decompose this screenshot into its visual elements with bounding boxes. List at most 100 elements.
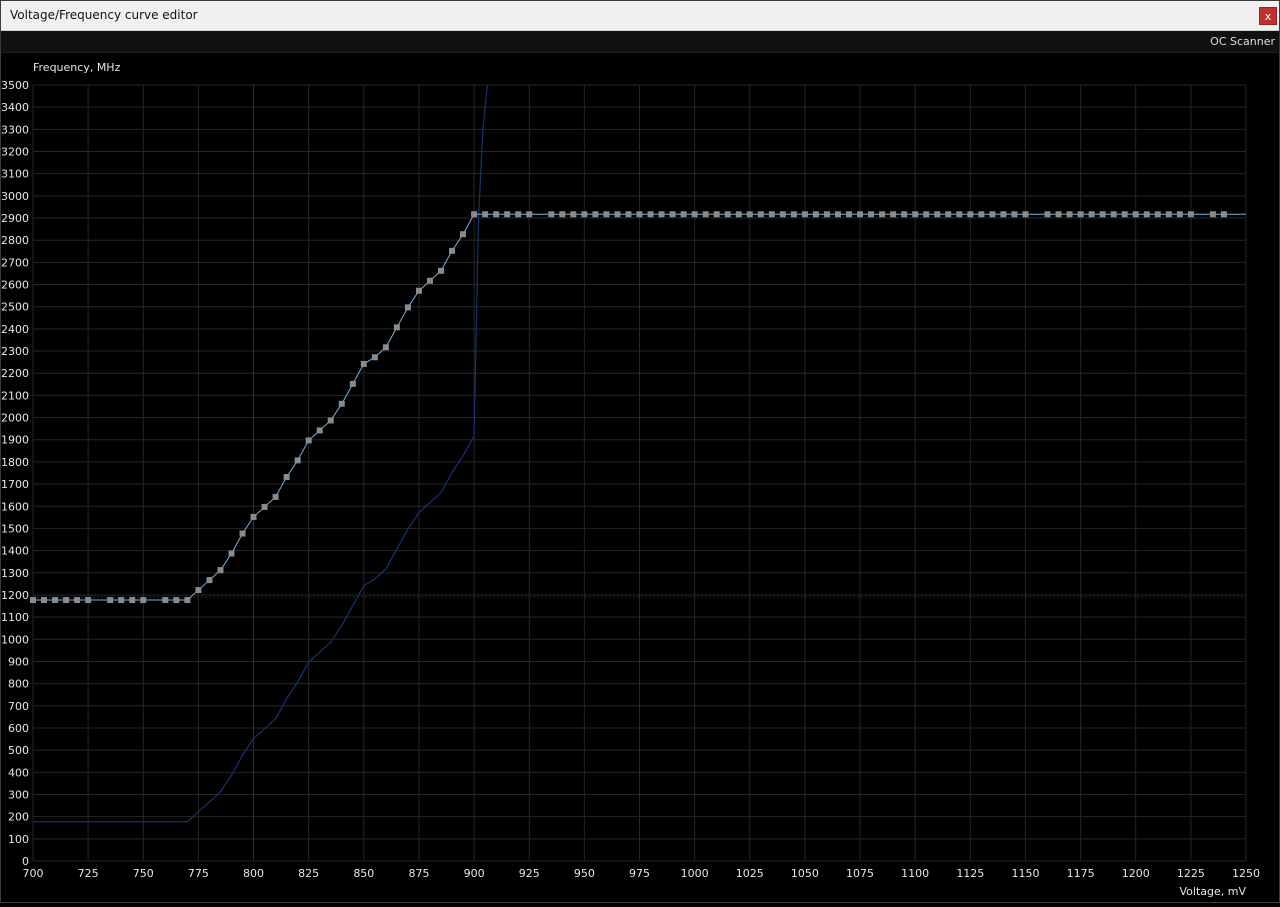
curve-point[interactable] bbox=[1011, 211, 1018, 218]
vf-curve-chart-area[interactable]: 700 725 750 775 800 825 850 875 900 925 950 975 1000… bbox=[0, 53, 1280, 903]
curve-point[interactable] bbox=[823, 211, 830, 218]
curve-point[interactable] bbox=[206, 577, 213, 584]
curve-point[interactable] bbox=[890, 211, 897, 218]
curve-point[interactable] bbox=[415, 287, 422, 294]
curve-point[interactable] bbox=[526, 211, 533, 218]
curve-point[interactable] bbox=[1187, 211, 1194, 218]
curve-point[interactable] bbox=[316, 427, 323, 434]
curve-point[interactable] bbox=[294, 457, 301, 464]
curve-point[interactable] bbox=[239, 530, 246, 537]
curve-point[interactable] bbox=[1088, 211, 1095, 218]
oc-scanner-button[interactable]: OC Scanner bbox=[1210, 35, 1275, 48]
curve-point[interactable] bbox=[768, 211, 775, 218]
curve-point[interactable] bbox=[283, 473, 290, 480]
curve-point[interactable] bbox=[724, 211, 731, 218]
curve-point[interactable] bbox=[1121, 211, 1128, 218]
curve-point[interactable] bbox=[801, 211, 808, 218]
curve-point[interactable] bbox=[702, 211, 709, 218]
curve-point[interactable] bbox=[184, 597, 191, 604]
curve-point[interactable] bbox=[669, 211, 676, 218]
curve-point[interactable] bbox=[460, 231, 467, 238]
curve-point[interactable] bbox=[945, 211, 952, 218]
curve-point[interactable] bbox=[934, 211, 941, 218]
close-button[interactable]: x bbox=[1259, 7, 1277, 25]
curve-point[interactable] bbox=[581, 211, 588, 218]
curve-point[interactable] bbox=[857, 211, 864, 218]
curve-point[interactable] bbox=[393, 324, 400, 331]
curve-point[interactable] bbox=[570, 211, 577, 218]
curve-point[interactable] bbox=[647, 211, 654, 218]
curve-point[interactable] bbox=[338, 400, 345, 407]
curve-point[interactable] bbox=[305, 437, 312, 444]
curve-point[interactable] bbox=[404, 304, 411, 311]
curve-point[interactable] bbox=[1165, 211, 1172, 218]
curve-point[interactable] bbox=[162, 597, 169, 604]
curve-point[interactable] bbox=[614, 211, 621, 218]
curve-point[interactable] bbox=[449, 247, 456, 254]
curve-point[interactable] bbox=[515, 211, 522, 218]
curve-point[interactable] bbox=[757, 211, 764, 218]
curve-point[interactable] bbox=[371, 354, 378, 361]
curve-point[interactable] bbox=[382, 344, 389, 351]
curve-point[interactable] bbox=[713, 211, 720, 218]
curve-point[interactable] bbox=[923, 211, 930, 218]
curve-point[interactable] bbox=[846, 211, 853, 218]
curve-point[interactable] bbox=[1022, 211, 1029, 218]
curve-point[interactable] bbox=[1143, 211, 1150, 218]
curve-point[interactable] bbox=[1066, 211, 1073, 218]
curve-point[interactable] bbox=[493, 211, 500, 218]
curve-point[interactable] bbox=[426, 277, 433, 284]
curve-point[interactable] bbox=[978, 211, 985, 218]
curve-point[interactable] bbox=[1044, 211, 1051, 218]
curve-point[interactable] bbox=[327, 417, 334, 424]
curve-point[interactable] bbox=[680, 211, 687, 218]
curve-point[interactable] bbox=[118, 597, 125, 604]
curve-point[interactable] bbox=[868, 211, 875, 218]
curve-point[interactable] bbox=[360, 360, 367, 367]
curve-point[interactable] bbox=[52, 597, 59, 604]
curve-point[interactable] bbox=[1154, 211, 1161, 218]
curve-point[interactable] bbox=[901, 211, 908, 218]
curve-point[interactable] bbox=[625, 211, 632, 218]
curve-point[interactable] bbox=[1220, 211, 1227, 218]
curve-point[interactable] bbox=[85, 597, 92, 604]
curve-point[interactable] bbox=[636, 211, 643, 218]
curve-point[interactable] bbox=[912, 211, 919, 218]
curve-point[interactable] bbox=[173, 597, 180, 604]
curve-point[interactable] bbox=[658, 211, 665, 218]
curve-point[interactable] bbox=[30, 597, 36, 604]
curve-point[interactable] bbox=[107, 597, 114, 604]
curve-point[interactable] bbox=[1110, 211, 1117, 218]
curve-point[interactable] bbox=[1176, 211, 1183, 218]
curve-point[interactable] bbox=[967, 211, 974, 218]
curve-point[interactable] bbox=[482, 211, 489, 218]
curve-point[interactable] bbox=[559, 211, 566, 218]
curve-point[interactable] bbox=[790, 211, 797, 218]
curve-point[interactable] bbox=[63, 597, 70, 604]
curve-point[interactable] bbox=[217, 567, 224, 574]
vf-curve-chart[interactable]: 700 725 750 775 800 825 850 875 900 925 950 975 1000… bbox=[0, 53, 1280, 903]
curve-point[interactable] bbox=[548, 211, 555, 218]
curve-point[interactable] bbox=[74, 597, 81, 604]
curve-point[interactable] bbox=[140, 597, 147, 604]
curve-point[interactable] bbox=[1055, 211, 1062, 218]
curve-point[interactable] bbox=[250, 513, 257, 520]
curve-point[interactable] bbox=[504, 211, 511, 218]
curve-point[interactable] bbox=[603, 211, 610, 218]
curve-point[interactable] bbox=[779, 211, 786, 218]
curve-point[interactable] bbox=[1077, 211, 1084, 218]
curve-point[interactable] bbox=[989, 211, 996, 218]
curve-point[interactable] bbox=[592, 211, 599, 218]
curve-point[interactable] bbox=[812, 211, 819, 218]
curve-point[interactable] bbox=[195, 587, 202, 594]
curve-point[interactable] bbox=[834, 211, 841, 218]
curve-point[interactable] bbox=[41, 597, 48, 604]
curve-point[interactable] bbox=[349, 380, 356, 387]
curve-point[interactable] bbox=[1209, 211, 1216, 218]
curve-point[interactable] bbox=[272, 493, 279, 500]
curve-point[interactable] bbox=[471, 211, 478, 218]
curve-point[interactable] bbox=[228, 550, 235, 557]
curve-point[interactable] bbox=[879, 211, 886, 218]
curve-point[interactable] bbox=[438, 267, 445, 274]
curve-point[interactable] bbox=[691, 211, 698, 218]
